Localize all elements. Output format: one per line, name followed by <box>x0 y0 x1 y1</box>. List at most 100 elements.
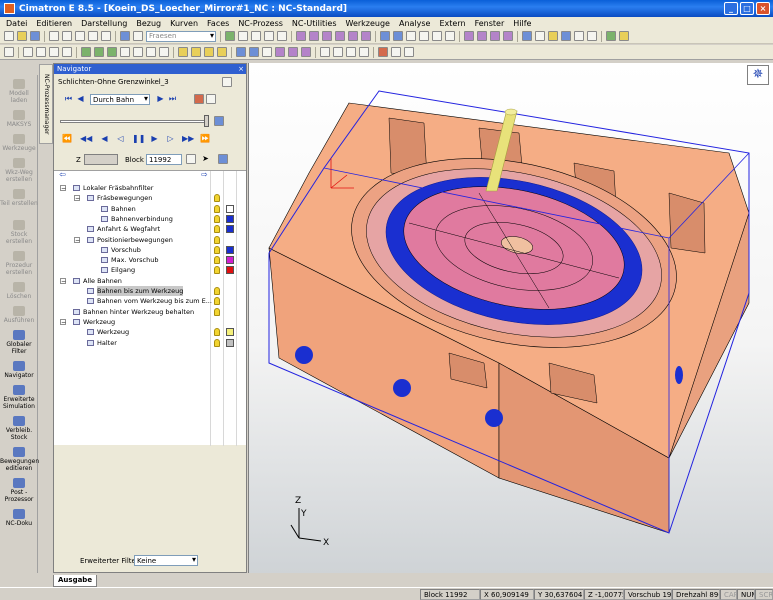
step-back-fast-icon[interactable]: ◀◀ <box>80 135 92 144</box>
command-modell-laden[interactable]: Modell laden <box>0 79 38 104</box>
visibility-bulb-icon[interactable] <box>214 194 220 203</box>
last-path-icon[interactable]: ⏭ <box>168 95 177 104</box>
face-icon[interactable] <box>178 47 188 57</box>
block-field[interactable]: 11992 <box>146 154 182 165</box>
visibility-bulb-icon[interactable] <box>214 338 220 347</box>
open-file-icon[interactable] <box>17 31 27 41</box>
path-mode-select[interactable]: Durch Bahn <box>90 94 150 105</box>
command-prozedur-erstellen[interactable]: Prozedur erstellen <box>0 251 38 276</box>
select-all-icon[interactable] <box>574 31 584 41</box>
view-top-icon[interactable] <box>322 31 332 41</box>
menu-item-hilfe[interactable]: Hilfe <box>513 19 531 28</box>
visibility-bulb-icon[interactable] <box>214 256 220 265</box>
menu-item-datei[interactable]: Datei <box>6 19 27 28</box>
visibility-bulb-icon[interactable] <box>214 225 220 234</box>
command-navigator[interactable]: Navigator <box>0 361 38 379</box>
delete-icon[interactable] <box>378 47 388 57</box>
sketch-icon[interactable] <box>4 47 14 57</box>
command-maksys[interactable]: MAKSYS <box>0 110 38 128</box>
trim-icon[interactable] <box>204 47 214 57</box>
filter-icon[interactable] <box>406 31 416 41</box>
color-icon[interactable] <box>561 31 571 41</box>
visibility-bulb-icon[interactable] <box>214 297 220 306</box>
command-nc-doku[interactable]: NC-Doku <box>0 509 38 527</box>
command-ausführen[interactable]: Ausführen <box>0 306 38 324</box>
command-bewegungen-editieren[interactable]: Bewegungen editieren <box>0 447 39 472</box>
tree-row[interactable]: Anfahrt & Wegfahrt <box>54 224 246 234</box>
line-icon[interactable] <box>36 47 46 57</box>
z-value-field[interactable] <box>84 154 118 165</box>
playback-slider-track[interactable] <box>60 120 208 123</box>
step-back-icon[interactable]: ◀ <box>100 135 109 144</box>
paint-icon[interactable] <box>619 31 629 41</box>
snap-icon[interactable] <box>477 31 487 41</box>
speed-icon[interactable] <box>214 116 224 126</box>
shell-icon[interactable] <box>146 47 156 57</box>
new-file-icon[interactable] <box>4 31 14 41</box>
color-swatch[interactable] <box>226 256 234 265</box>
tree-row[interactable]: Vorschub <box>54 245 246 255</box>
navigator-close-icon[interactable]: × <box>238 64 244 74</box>
command-löschen[interactable]: Löschen <box>0 282 38 300</box>
rewind-icon[interactable]: ⏪ <box>62 135 72 144</box>
fast-forward-icon[interactable]: ⏩ <box>200 135 210 144</box>
grid-icon[interactable] <box>464 31 474 41</box>
settings-icon[interactable] <box>404 47 414 57</box>
light-icon[interactable] <box>548 31 558 41</box>
move-icon[interactable] <box>288 47 298 57</box>
copy-icon[interactable] <box>62 31 72 41</box>
tree-collapse-icon[interactable]: − <box>74 195 80 202</box>
tree-collapse-icon[interactable]: − <box>60 185 66 192</box>
tree-collapse-icon[interactable]: − <box>74 236 80 243</box>
color-swatch[interactable] <box>226 266 234 275</box>
tree-row[interactable]: Eilgang <box>54 265 246 275</box>
extended-filter-select[interactable]: Keine <box>134 555 198 566</box>
tree-row[interactable]: Halter <box>54 338 246 348</box>
tree-row[interactable]: − Positionierbewegungen <box>54 235 246 245</box>
fillet-icon[interactable] <box>120 47 130 57</box>
machining-combo[interactable]: Fraesen <box>146 30 216 42</box>
tree-collapse-icon[interactable]: − <box>60 318 66 325</box>
3d-viewport[interactable]: Z Y X ✵ <box>248 63 773 573</box>
tab-ausgabe[interactable]: Ausgabe <box>53 575 98 587</box>
visibility-bulb-icon[interactable] <box>214 266 220 275</box>
tree-row[interactable]: − Alle Bahnen <box>54 276 246 286</box>
compare-icon[interactable] <box>359 47 369 57</box>
menu-item-extern[interactable]: Extern <box>439 19 465 28</box>
help-icon[interactable] <box>120 31 130 41</box>
point-icon[interactable] <box>23 47 33 57</box>
show-icon[interactable] <box>432 31 442 41</box>
layer-icon[interactable] <box>380 31 390 41</box>
tab-nc-prozessmanager[interactable]: NC-Prozessmanager <box>39 64 53 144</box>
visibility-bulb-icon[interactable] <box>214 328 220 337</box>
copy-entity-icon[interactable] <box>301 47 311 57</box>
command-werkzeuge[interactable]: Werkzeuge <box>0 134 38 152</box>
spline-icon[interactable] <box>62 47 72 57</box>
command-verbleib-stock[interactable]: Verbleib. Stock <box>0 416 38 441</box>
path-display-icon[interactable] <box>206 94 216 104</box>
view-orientation-icon[interactable]: ✵ <box>747 65 769 85</box>
info-icon[interactable] <box>236 47 246 57</box>
color-swatch[interactable] <box>226 338 234 347</box>
redo-icon[interactable] <box>101 31 111 41</box>
zoom-window-icon[interactable] <box>251 31 261 41</box>
offset-icon[interactable] <box>191 47 201 57</box>
visibility-bulb-icon[interactable] <box>214 204 220 213</box>
tree-row[interactable]: − Lokaler Fräsbahnfilter <box>54 183 246 193</box>
tool-display-icon[interactable] <box>194 94 204 104</box>
curvature-icon[interactable] <box>333 47 343 57</box>
block-goto-icon[interactable] <box>186 154 196 164</box>
measure-icon[interactable] <box>535 31 545 41</box>
view-side-icon[interactable] <box>348 31 358 41</box>
color-swatch[interactable] <box>226 214 234 223</box>
visibility-bulb-icon[interactable] <box>214 214 220 223</box>
command-stock-erstellen[interactable]: Stock erstellen <box>0 220 38 245</box>
undo-icon[interactable] <box>88 31 98 41</box>
blend-icon[interactable] <box>217 47 227 57</box>
arc-icon[interactable] <box>49 47 59 57</box>
view-front-icon[interactable] <box>335 31 345 41</box>
command-post-prozessor[interactable]: Post - Prozessor <box>0 478 38 503</box>
save-icon[interactable] <box>30 31 40 41</box>
refresh-icon[interactable] <box>522 31 532 41</box>
menu-item-kurven[interactable]: Kurven <box>170 19 198 28</box>
